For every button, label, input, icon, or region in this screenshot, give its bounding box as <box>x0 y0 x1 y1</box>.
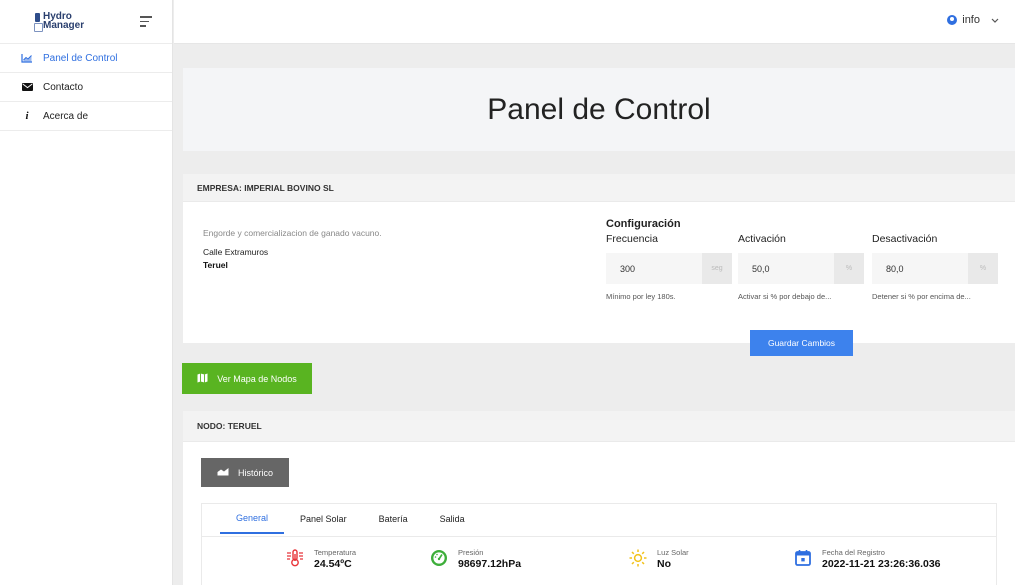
activation-help: Activar si % por debajo de... <box>738 292 832 301</box>
frequency-help: Mínimo por ley 180s. <box>606 292 676 301</box>
frequency-field: Frecuencia seg Mínimo por ley 180s. <box>606 230 732 301</box>
tab-panel-solar[interactable]: Panel Solar <box>284 504 363 534</box>
node-card: NODO: TERUEL Histórico General Panel Sol… <box>183 411 1015 585</box>
sun-icon <box>629 549 647 567</box>
sidebar-item-panel-de-control[interactable]: Panel de Control <box>0 44 172 73</box>
logo-line-2: Manager <box>43 20 85 31</box>
save-changes-button[interactable]: Guardar Cambios <box>750 330 853 356</box>
stat-value: 2022-11-21 23:26:36.036 <box>822 558 941 570</box>
config-title: Configuración <box>606 218 681 230</box>
company-city: Teruel <box>203 260 228 270</box>
company-body: Engorde y comercializacion de ganado vac… <box>183 202 1015 356</box>
frequency-label: Frecuencia <box>606 233 658 245</box>
node-tabs-panel: General Panel Solar Batería Salida Tempe… <box>201 503 997 585</box>
frequency-input-group: seg <box>606 253 732 284</box>
logo-mark-icon <box>34 13 43 32</box>
history-button[interactable]: Histórico <box>201 458 289 487</box>
activation-unit: % <box>834 253 864 284</box>
chart-icon <box>20 53 34 63</box>
tab-bateria[interactable]: Batería <box>363 504 424 534</box>
node-header: NODO: TERUEL <box>183 411 1015 442</box>
sidebar: Hydro Manager Panel de Control Contacto … <box>0 0 173 585</box>
sidebar-item-label: Acerca de <box>43 110 89 122</box>
history-label: Histórico <box>237 467 273 478</box>
info-icon: i <box>25 110 29 122</box>
company-address: Calle Extramuros <box>203 247 269 257</box>
frequency-input[interactable] <box>606 253 702 284</box>
stat-value: 24.54ºC <box>314 558 352 570</box>
stat-record-date: Fecha del Registro 2022-11-21 23:26:36.0… <box>794 548 941 570</box>
stat-value: No <box>657 558 671 570</box>
activation-label: Activación <box>738 233 786 245</box>
menu-toggle-icon[interactable] <box>140 16 154 27</box>
tab-salida[interactable]: Salida <box>424 504 481 534</box>
stat-label: Presión <box>458 548 484 557</box>
view-node-map-label: Ver Mapa de Nodos <box>217 373 297 384</box>
user-icon <box>947 15 958 25</box>
calendar-icon <box>794 549 812 567</box>
frequency-unit: seg <box>702 253 732 284</box>
page-title: Panel de Control <box>487 92 711 126</box>
app-logo[interactable]: Hydro Manager <box>34 12 85 32</box>
envelope-icon <box>20 83 34 91</box>
sidebar-item-label: Contacto <box>43 81 84 93</box>
node-tabs: General Panel Solar Batería Salida <box>220 504 481 536</box>
user-name: info <box>962 14 980 26</box>
activation-field: Activación % Activar si % por debajo de.… <box>738 230 864 301</box>
sidebar-item-contacto[interactable]: Contacto <box>0 73 172 102</box>
stat-pressure: Presión 98697.12hPa <box>430 548 521 570</box>
stat-temperature: Temperatura 24.54ºC <box>286 548 356 570</box>
view-node-map-button[interactable]: Ver Mapa de Nodos <box>182 363 312 394</box>
stat-solar-light: Luz Solar No <box>629 548 689 570</box>
activation-input[interactable] <box>738 253 834 284</box>
stat-value: 98697.12hPa <box>458 558 522 570</box>
brand-bar: Hydro Manager <box>0 0 172 44</box>
stat-label: Temperatura <box>314 548 357 557</box>
logo-text: Hydro Manager <box>43 12 85 31</box>
sidebar-item-label: Panel de Control <box>43 52 118 64</box>
topbar: info <box>174 0 1015 44</box>
tab-divider <box>202 536 996 537</box>
deactivation-field: Desactivación % Detener si % por encima … <box>872 230 998 301</box>
chevron-down-icon <box>991 15 999 25</box>
company-header: EMPRESA: IMPERIAL BOVINO SL <box>183 174 1015 202</box>
stat-label: Luz Solar <box>657 548 689 557</box>
deactivation-unit: % <box>968 253 998 284</box>
company-description: Engorde y comercializacion de ganado vac… <box>203 228 382 238</box>
deactivation-label: Desactivación <box>872 233 938 245</box>
page-header: Panel de Control <box>183 68 1015 151</box>
map-icon <box>197 373 208 385</box>
area-chart-icon <box>217 467 229 478</box>
gauge-icon <box>430 549 448 567</box>
stat-label: Fecha del Registro <box>822 548 885 557</box>
sidebar-item-acerca-de[interactable]: i Acerca de <box>0 102 172 131</box>
thermometer-icon <box>286 549 304 567</box>
activation-input-group: % <box>738 253 864 284</box>
deactivation-input[interactable] <box>872 253 968 284</box>
deactivation-help: Detener si % por encima de... <box>872 292 971 301</box>
deactivation-input-group: % <box>872 253 998 284</box>
company-card: EMPRESA: IMPERIAL BOVINO SL Engorde y co… <box>183 174 1015 356</box>
tab-general[interactable]: General <box>220 504 285 534</box>
user-menu[interactable]: info <box>947 14 999 26</box>
